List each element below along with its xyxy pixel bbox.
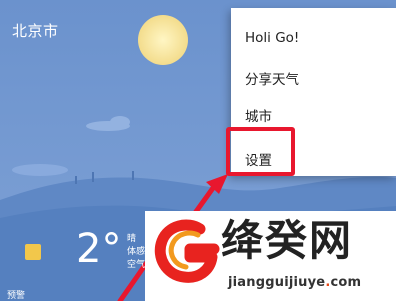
watermark-title: 绛癸网 [221,216,354,265]
watermark-url-suffix: com [330,275,362,290]
condition-line: 体感 [127,247,146,257]
watermark-url-prefix: jiangguijiuye [228,275,326,290]
current-temperature: 2° [76,226,122,272]
condition-line: 晴 [127,234,137,244]
watermark-url: jiangguijiuye.com [228,275,361,290]
condition-line: 空气 [127,260,146,270]
warning-label[interactable]: 预警 [7,288,25,301]
watermark-logo-icon [154,219,220,283]
warning-icon[interactable] [25,244,41,260]
